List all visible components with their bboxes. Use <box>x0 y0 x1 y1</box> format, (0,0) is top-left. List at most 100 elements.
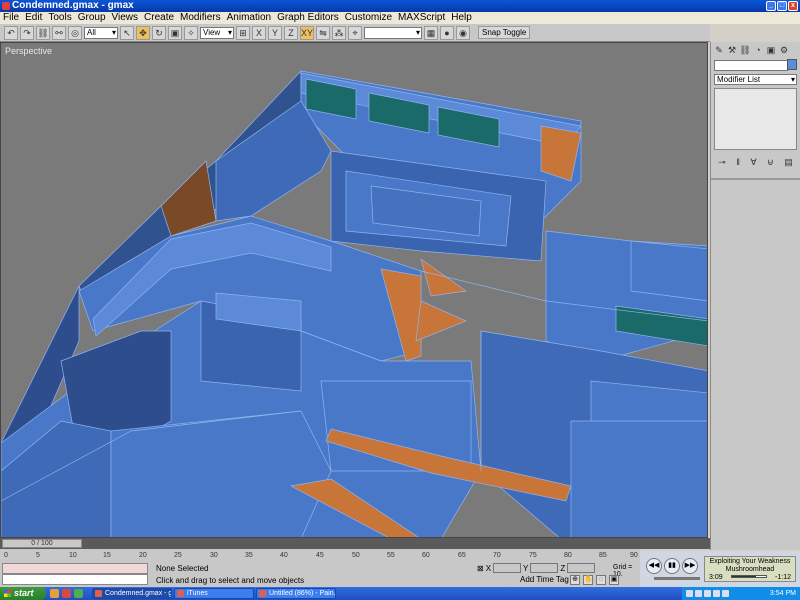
reference-coord-dropdown[interactable]: View <box>200 26 234 39</box>
playback-progress[interactable] <box>731 575 767 578</box>
configure-sets-icon[interactable]: ▤ <box>784 157 793 168</box>
menu-tools[interactable]: Tools <box>45 12 74 24</box>
menu-modifiers[interactable]: Modifiers <box>177 12 224 24</box>
maximize-viewport-icon[interactable]: ▣ <box>609 575 619 585</box>
menu-graph-editors[interactable]: Graph Editors <box>274 12 342 24</box>
status-bar: None Selected Click and drag to select a… <box>0 562 640 587</box>
next-track-icon[interactable]: ▶▶ <box>682 558 698 574</box>
menu-create[interactable]: Create <box>141 12 177 24</box>
tray-icon[interactable] <box>695 590 702 597</box>
maxscript-input-mini[interactable] <box>2 574 148 585</box>
link-icon[interactable]: ⛓ <box>36 25 50 40</box>
axis-z-icon[interactable]: Z <box>284 25 298 40</box>
perspective-viewport[interactable]: Perspective <box>0 42 708 538</box>
unlink-icon[interactable]: ⚯ <box>52 25 66 40</box>
start-button[interactable]: start <box>0 587 46 600</box>
volume-slider[interactable] <box>654 577 700 580</box>
media-player: ◀◀ ▮▮ ▶▶ Exploiting Your Weakness Mushro… <box>640 551 800 587</box>
previous-track-icon[interactable]: ◀◀ <box>646 558 662 574</box>
x-coord-field[interactable] <box>493 563 522 573</box>
menu-file[interactable]: File <box>0 12 22 24</box>
menu-customize[interactable]: Customize <box>342 12 395 24</box>
menu-help[interactable]: Help <box>448 12 475 24</box>
pin-stack-icon[interactable]: ⊸ <box>718 157 726 168</box>
menu-views[interactable]: Views <box>109 12 142 24</box>
tray-icon[interactable] <box>713 590 720 597</box>
taskbar-item-paint[interactable]: Untitled (86%) - Pain... <box>256 588 336 599</box>
firefox-icon[interactable] <box>50 589 59 598</box>
menu-bar: File Edit Tools Group Views Create Modif… <box>0 12 800 24</box>
axis-xy-icon[interactable]: XY <box>300 25 314 40</box>
array-icon[interactable]: ⁂ <box>332 25 346 40</box>
show-end-result-icon[interactable]: ‖ <box>736 157 740 168</box>
modifier-list-dropdown[interactable]: Modifier List <box>714 74 797 85</box>
axis-x-icon[interactable]: X <box>252 25 266 40</box>
zoom-icon[interactable]: ⊕ <box>570 575 580 585</box>
align-icon[interactable]: ⌖ <box>348 25 362 40</box>
display-tab-icon[interactable]: ▣ <box>765 44 777 56</box>
modifier-stack[interactable] <box>714 88 797 150</box>
mirror-icon[interactable]: ⇋ <box>316 25 330 40</box>
viewport-label[interactable]: Perspective <box>5 46 52 56</box>
selection-filter-dropdown[interactable]: All <box>84 26 118 39</box>
selection-status: None Selected <box>156 564 209 573</box>
time-slider-track[interactable]: 0 / 100 <box>0 538 710 549</box>
select-move-icon[interactable]: ✥ <box>136 25 150 40</box>
utilities-tab-icon[interactable]: ⚙ <box>778 44 790 56</box>
tray-icon[interactable] <box>704 590 711 597</box>
select-rotate-icon[interactable]: ↻ <box>152 25 166 40</box>
undo-icon[interactable]: ↶ <box>4 25 18 40</box>
tray-icon[interactable] <box>686 590 693 597</box>
snap-toggle-button[interactable]: Snap Toggle <box>478 26 531 39</box>
make-unique-icon[interactable]: ∀ <box>750 157 756 168</box>
timeline-tick: 85 <box>599 552 607 559</box>
redo-icon[interactable]: ↷ <box>20 25 34 40</box>
lock-selection-icon[interactable]: ⊠ <box>477 564 484 573</box>
menu-edit[interactable]: Edit <box>22 12 45 24</box>
object-name-field[interactable] <box>714 60 788 71</box>
volume-icon[interactable] <box>722 590 729 597</box>
timeline-ruler[interactable]: 0 5 10 15 20 25 30 35 40 45 50 55 60 65 … <box>0 549 640 562</box>
menu-animation[interactable]: Animation <box>224 12 274 24</box>
panel-divider <box>711 178 800 180</box>
maximize-button[interactable]: □ <box>777 1 787 11</box>
motion-tab-icon[interactable]: ◔ <box>752 44 764 56</box>
timeline-tick: 60 <box>422 552 430 559</box>
remove-modifier-icon[interactable]: ⊌ <box>767 157 774 168</box>
pan-icon[interactable]: ✋ <box>583 575 593 585</box>
bind-icon[interactable]: ◎ <box>68 25 82 40</box>
hierarchy-tab-icon[interactable]: ⛓ <box>739 44 751 56</box>
render-icon[interactable]: ● <box>440 25 454 40</box>
material-editor-icon[interactable]: ▦ <box>424 25 438 40</box>
object-color-swatch[interactable] <box>787 59 797 70</box>
menu-group[interactable]: Group <box>75 12 109 24</box>
time-slider[interactable]: 0 / 100 <box>2 539 82 548</box>
quick-render-icon[interactable]: ◉ <box>456 25 470 40</box>
title-bar: Condemned.gmax - gmax _ □ x <box>0 0 800 12</box>
y-coord-field[interactable] <box>530 563 559 573</box>
timeline-tick: 5 <box>36 552 40 559</box>
pivot-icon[interactable]: ⊞ <box>236 25 250 40</box>
add-time-tag-button[interactable]: Add Time Tag <box>520 575 569 584</box>
maxscript-listener-mini[interactable] <box>2 563 148 574</box>
close-button[interactable]: x <box>788 1 798 11</box>
modify-tab-icon[interactable]: ⚒ <box>726 44 738 56</box>
select-scale-icon[interactable]: ▣ <box>168 25 182 40</box>
orbit-icon[interactable]: ◌ <box>596 575 606 585</box>
manipulate-icon[interactable]: ✧ <box>184 25 198 40</box>
axis-y-icon[interactable]: Y <box>268 25 282 40</box>
now-playing-display: Exploiting Your Weakness Mushroomhead 3:… <box>704 556 796 582</box>
main-toolbar: ↶ ↷ ⛓ ⚯ ◎ All ↖ ✥ ↻ ▣ ✧ View ⊞ X Y Z XY … <box>0 24 710 42</box>
clock[interactable]: 3:54 PM <box>770 587 796 600</box>
create-tab-icon[interactable]: ✎ <box>713 44 725 56</box>
taskbar-item-gmax[interactable]: Condemned.gmax - g... <box>92 588 172 599</box>
named-selection-dropdown[interactable] <box>364 26 422 39</box>
pause-icon[interactable]: ▮▮ <box>664 558 680 574</box>
select-object-icon[interactable]: ↖ <box>120 25 134 40</box>
minimize-button[interactable]: _ <box>766 1 776 11</box>
desktop-icon[interactable] <box>74 589 83 598</box>
messenger-icon[interactable] <box>62 589 71 598</box>
menu-maxscript[interactable]: MAXScript <box>395 12 448 24</box>
taskbar-item-itunes[interactable]: iTunes <box>174 588 254 599</box>
z-coord-field[interactable] <box>567 563 596 573</box>
